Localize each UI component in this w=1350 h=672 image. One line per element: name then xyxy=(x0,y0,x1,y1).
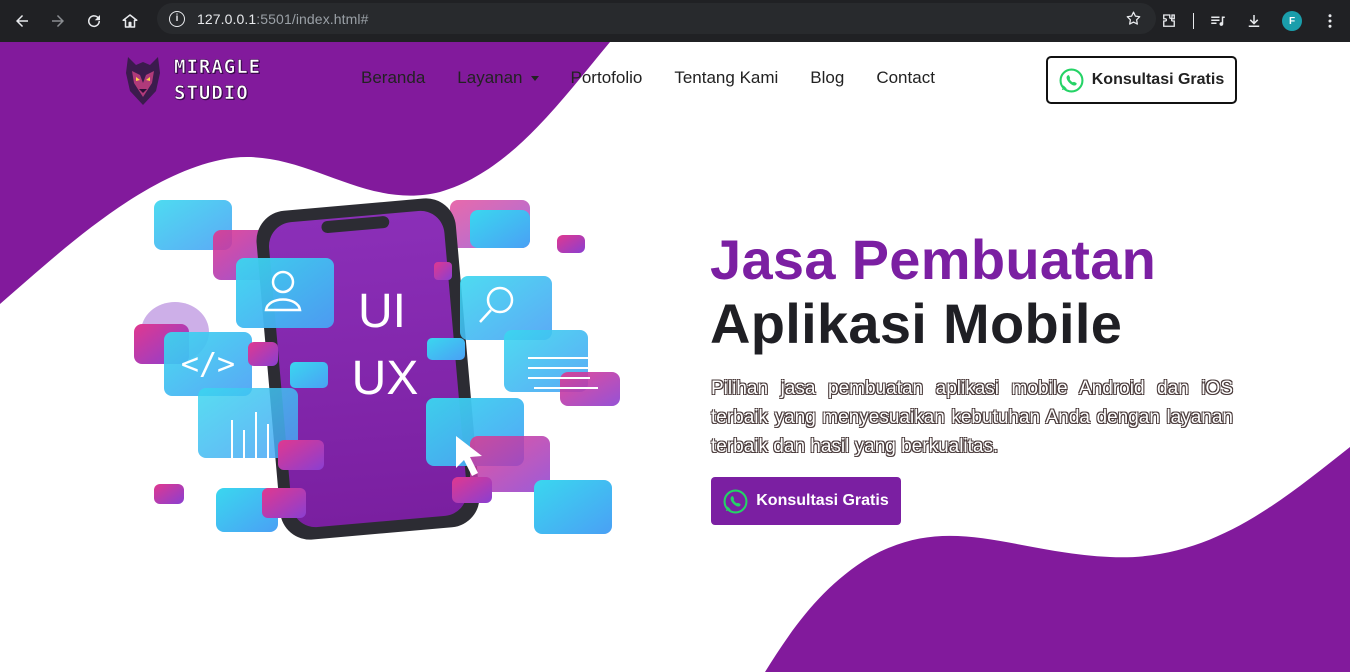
back-button[interactable] xyxy=(4,3,40,39)
hero-title-line-1: Jasa Pembuatan xyxy=(710,228,1157,291)
media-button[interactable] xyxy=(1200,3,1236,39)
mobile-app-illustration: UI UX </> xyxy=(134,198,620,540)
browser-menu-button[interactable] xyxy=(1312,3,1348,39)
nav-label: Blog xyxy=(810,68,845,87)
url-host: 127.0.0.1 xyxy=(197,10,257,27)
browser-actions: F xyxy=(1151,3,1350,39)
forward-button[interactable] xyxy=(40,3,76,39)
phone-text-ux: UX xyxy=(352,352,419,405)
home-icon xyxy=(122,14,138,28)
back-icon xyxy=(16,15,28,27)
nav-label: Beranda xyxy=(361,68,426,87)
url-text[interactable]: 127.0.0.1:5501/index.html# xyxy=(197,11,369,27)
extensions-icon xyxy=(1163,14,1175,27)
nav-item-contact[interactable]: Contact xyxy=(876,68,935,88)
landing-page: MIRAGLE STUDIO Beranda Layanan Portofoli… xyxy=(0,42,1350,672)
hero-title-line-2: Aplikasi Mobile xyxy=(710,292,1123,355)
menu-dots-icon xyxy=(1328,14,1332,28)
brand-line-1: MIRAGLE xyxy=(174,56,262,79)
bookmark-star-icon[interactable] xyxy=(1125,10,1142,27)
download-button[interactable] xyxy=(1236,3,1272,39)
brand-name: MIRAGLE STUDIO xyxy=(174,54,261,106)
header-consultation-button[interactable]: Konsultasi Gratis xyxy=(1046,56,1237,104)
nav-label: Contact xyxy=(876,68,935,87)
hero-description: Pilihan jasa pembuatan aplikasi mobile A… xyxy=(711,378,1233,457)
reload-icon xyxy=(88,15,101,28)
extensions-button[interactable] xyxy=(1151,3,1187,39)
phone-text-ui: UI xyxy=(358,285,406,338)
reload-button[interactable] xyxy=(76,3,112,39)
nav-item-layanan[interactable]: Layanan xyxy=(457,68,539,88)
whatsapp-icon xyxy=(1059,68,1084,92)
url-path: :5501/index.html# xyxy=(256,10,369,27)
nav-item-blog[interactable]: Blog xyxy=(810,68,844,88)
hero-consultation-button[interactable]: Konsultasi Gratis xyxy=(711,477,901,525)
nav-item-beranda[interactable]: Beranda xyxy=(361,68,425,88)
toolbar-separator xyxy=(1193,13,1194,29)
address-bar[interactable]: i 127.0.0.1:5501/index.html# xyxy=(157,3,1156,34)
brand-line-2: STUDIO xyxy=(174,82,249,105)
forward-icon xyxy=(52,15,64,27)
nav-label: Tentang Kami xyxy=(674,68,779,87)
nav-item-tentang-kami[interactable]: Tentang Kami xyxy=(674,68,778,88)
tiger-logo-icon xyxy=(126,57,160,105)
whatsapp-icon xyxy=(723,489,748,513)
home-button[interactable] xyxy=(112,3,148,39)
site-info-icon[interactable]: i xyxy=(169,10,185,27)
header-consultation-label: Konsultasi Gratis xyxy=(1091,71,1225,88)
hero-title: Jasa Pembuatan Aplikasi Mobile xyxy=(710,228,1156,356)
browser-toolbar: i 127.0.0.1:5501/index.html# F xyxy=(0,0,1350,42)
media-icon xyxy=(1211,16,1225,26)
brand-logo[interactable]: MIRAGLE STUDIO xyxy=(122,53,261,107)
main-nav: Beranda Layanan Portofolio Tentang Kami … xyxy=(361,68,967,88)
nav-item-portofolio[interactable]: Portofolio xyxy=(571,68,643,88)
hero-consultation-label: Konsultasi Gratis xyxy=(756,492,889,509)
profile-avatar[interactable]: F xyxy=(1282,11,1302,31)
svg-text:</>: </> xyxy=(181,347,235,382)
chevron-down-icon xyxy=(530,76,539,81)
nav-label: Layanan xyxy=(457,68,523,87)
nav-label: Portofolio xyxy=(570,68,643,87)
download-icon xyxy=(1248,15,1260,27)
